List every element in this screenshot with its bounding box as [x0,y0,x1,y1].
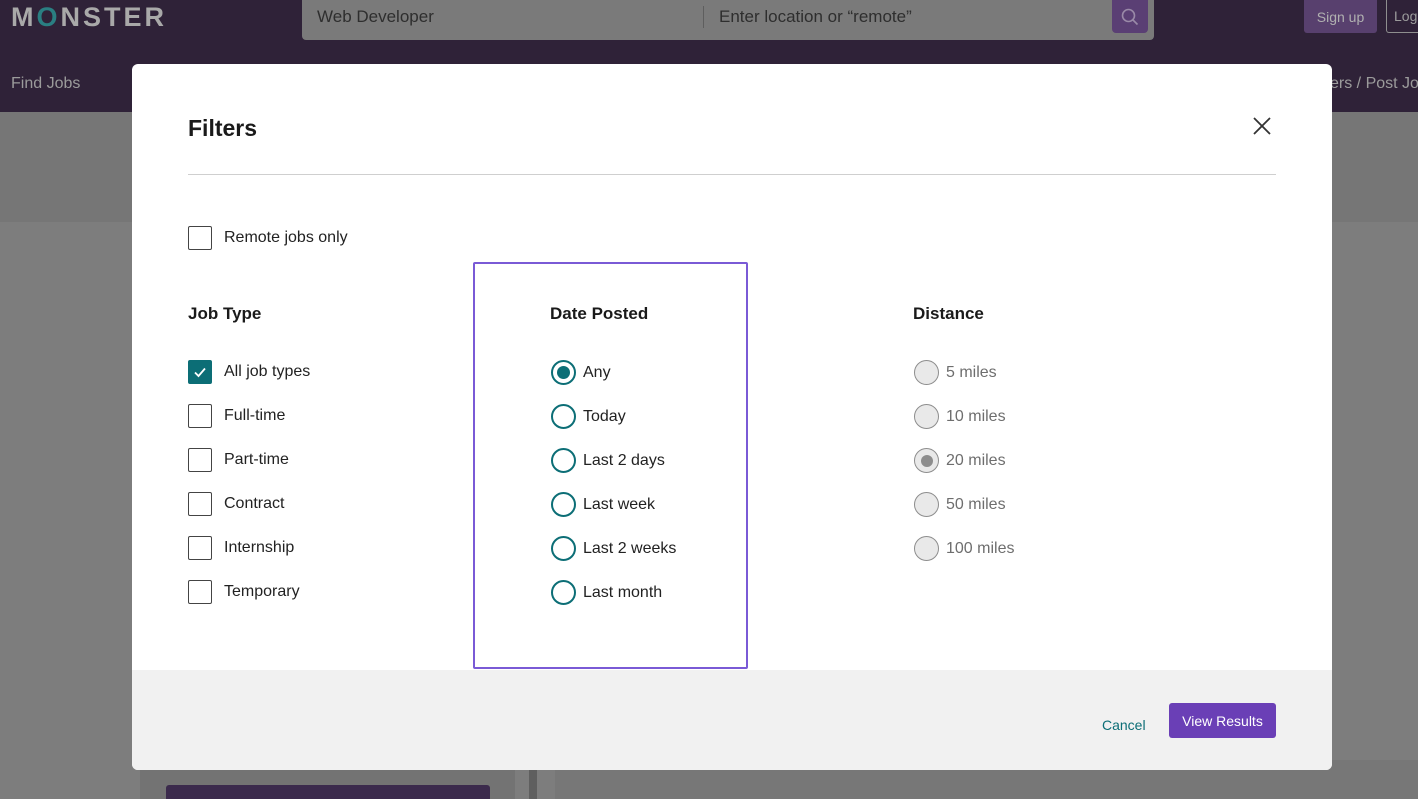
checkmark-icon [194,367,206,378]
job-type-label: Temporary [224,583,300,600]
job-type-option-contract[interactable]: Contract [188,492,284,516]
radio-button[interactable] [914,536,939,561]
job-type-option-all[interactable]: All job types [188,360,310,384]
remote-jobs-label: Remote jobs only [224,229,348,246]
checkbox-box[interactable] [188,580,212,604]
date-posted-option-last-2-days[interactable]: Last 2 days [551,448,665,473]
distance-label: 20 miles [946,451,1006,469]
distance-option-5-miles[interactable]: 5 miles [914,360,997,385]
date-posted-label: Last month [583,583,663,601]
nav-employers[interactable]: ers / Post Jobs [1330,75,1418,93]
radio-button[interactable] [914,360,939,385]
distance-label: 50 miles [946,495,1006,513]
job-search-input[interactable]: Web Developer [317,7,434,27]
nav-find-jobs[interactable]: Find Jobs [11,75,80,93]
location-input[interactable]: Enter location or “remote” [719,7,912,27]
job-type-option-temporary[interactable]: Temporary [188,580,300,604]
date-posted-label: Last week [583,495,656,513]
distance-option-10-miles[interactable]: 10 miles [914,404,1006,429]
distance-option-50-miles[interactable]: 50 miles [914,492,1006,517]
job-type-label: Part-time [224,451,289,468]
date-posted-label: Any [583,363,611,381]
signup-button[interactable]: Sign up [1304,0,1377,33]
view-results-button[interactable]: View Results [1169,703,1276,738]
radio-button[interactable] [551,448,576,473]
checkbox-box[interactable] [188,360,212,384]
date-posted-option-last-2-weeks[interactable]: Last 2 weeks [551,536,676,561]
date-posted-heading: Date Posted [550,304,649,323]
date-posted-label: Last 2 weeks [583,539,677,557]
job-type-heading: Job Type [188,304,262,323]
cancel-button[interactable]: Cancel [1102,717,1146,733]
search-divider [703,6,704,28]
job-type-option-internship[interactable]: Internship [188,536,294,560]
radio-button[interactable] [551,360,576,385]
date-posted-label: Last 2 days [583,451,665,469]
checkbox-box[interactable] [188,536,212,560]
checkbox-box[interactable] [188,448,212,472]
job-type-label: Internship [224,539,295,556]
radio-button[interactable] [914,492,939,517]
date-posted-option-any[interactable]: Any [551,360,611,385]
date-posted-option-today[interactable]: Today [551,404,626,429]
login-button[interactable]: Log [1386,0,1418,33]
filters-modal: Filters Remote jobs only Job Type All jo… [132,64,1332,770]
checkbox-box[interactable] [188,492,212,516]
search-bar: Web Developer Enter location or “remote” [302,0,1154,40]
search-button[interactable] [1112,0,1148,33]
job-type-option-part-time[interactable]: Part-time [188,448,289,472]
modal-title: Filters [188,115,258,141]
job-type-label: Full-time [224,407,286,424]
header-divider [188,174,1276,175]
radio-button[interactable] [551,580,576,605]
remote-jobs-checkbox[interactable]: Remote jobs only [188,226,348,250]
distance-label: 100 miles [946,539,1015,557]
job-type-option-full-time[interactable]: Full-time [188,404,285,428]
date-posted-label: Today [583,407,626,425]
date-posted-option-last-month[interactable]: Last month [551,580,662,605]
distance-heading: Distance [913,304,984,323]
checkbox-box[interactable] [188,404,212,428]
radio-button[interactable] [551,492,576,517]
job-type-label: Contract [224,495,285,512]
radio-button[interactable] [914,404,939,429]
radio-button[interactable] [551,536,576,561]
modal-footer: Cancel View Results [132,670,1332,770]
checkbox-box[interactable] [188,226,212,250]
distance-option-20-miles[interactable]: 20 miles [914,448,1006,473]
close-button[interactable] [1248,112,1276,140]
radio-button[interactable] [551,404,576,429]
distance-label: 10 miles [946,407,1006,425]
job-type-label: All job types [224,363,311,380]
search-icon [1121,8,1139,25]
distance-label: 5 miles [946,363,997,381]
date-posted-option-last-week[interactable]: Last week [551,492,655,517]
radio-button[interactable] [914,448,939,473]
close-icon [1253,117,1271,135]
distance-option-100-miles[interactable]: 100 miles [914,536,1014,561]
left-panel-button[interactable] [166,785,490,799]
monster-logo[interactable]: MONSTER [11,2,167,33]
